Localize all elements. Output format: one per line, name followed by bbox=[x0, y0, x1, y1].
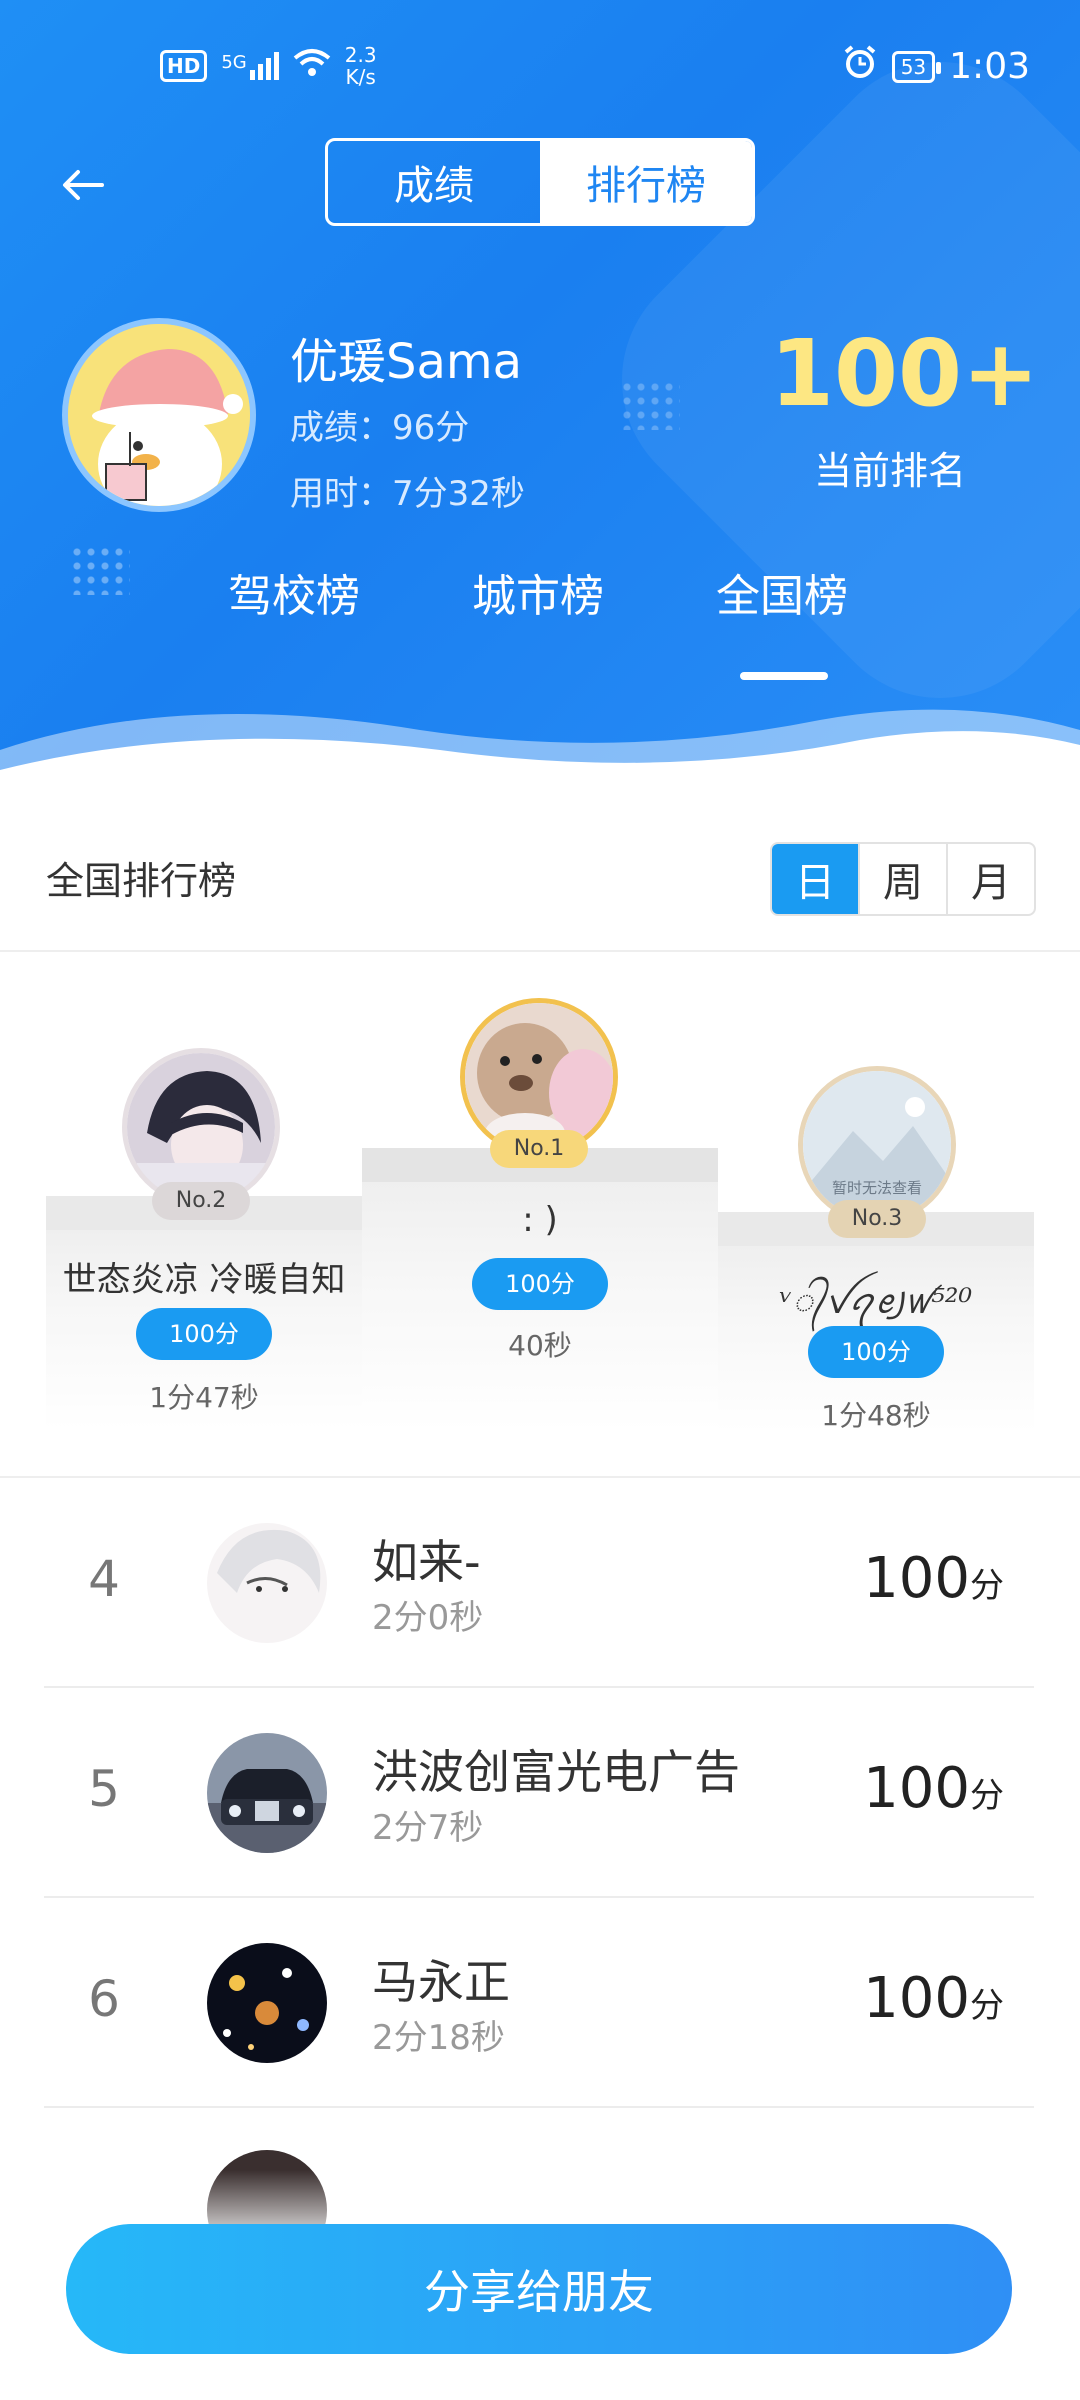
list-item-rank: 6 bbox=[88, 1970, 120, 2028]
rank-2-time: 1分47秒 bbox=[149, 1381, 259, 1414]
mode-switch: 成绩 排行榜 bbox=[325, 138, 755, 226]
list-item-time: 2分18秒 bbox=[372, 2018, 505, 2058]
wifi-icon bbox=[293, 48, 331, 84]
rank-1-name: : ) bbox=[522, 1200, 558, 1240]
list-item-avatar[interactable] bbox=[207, 1733, 327, 1853]
divider bbox=[0, 950, 1080, 952]
current-rank-value: 100+ bbox=[770, 320, 1040, 427]
share-button[interactable]: 分享给朋友 bbox=[66, 2224, 1012, 2354]
period-month[interactable]: 月 bbox=[946, 844, 1034, 914]
rank-3-badge: No.3 bbox=[828, 1200, 926, 1238]
rank-1-time: 40秒 bbox=[508, 1329, 572, 1362]
tab-city[interactable]: 城市榜 bbox=[472, 560, 604, 624]
list-item[interactable]: 5 洪波创富光电广告 2分7秒 100分 bbox=[44, 1688, 1034, 1898]
rank-1-score: 100分 bbox=[472, 1258, 608, 1310]
list-item-avatar[interactable] bbox=[207, 1943, 327, 2063]
status-bar: HD 5G 2.3 K/s 53 1:03 bbox=[0, 0, 1080, 130]
back-arrow-icon[interactable] bbox=[58, 160, 108, 210]
tab-score[interactable]: 成绩 bbox=[328, 141, 540, 223]
battery-icon: 53 bbox=[891, 50, 942, 83]
list-item-time: 2分7秒 bbox=[372, 1808, 484, 1848]
section-title: 全国排行榜 bbox=[46, 859, 237, 903]
signal-icon: 5G bbox=[221, 52, 279, 80]
active-tab-indicator bbox=[740, 672, 828, 680]
list-item-score: 100分 bbox=[863, 1546, 1004, 1611]
rank-2-name: 世态炎凉 冷暖自知 bbox=[62, 1260, 346, 1300]
list-item-rank: 5 bbox=[88, 1760, 120, 1818]
user-avatar[interactable] bbox=[62, 318, 256, 512]
wave-divider bbox=[0, 709, 1080, 780]
scope-tabs: 驾校榜 城市榜 全国榜 bbox=[0, 560, 1080, 640]
list-item-avatar[interactable] bbox=[207, 1523, 327, 1643]
list-item-rank: 4 bbox=[88, 1550, 120, 1608]
user-score: 成绩：96分 bbox=[290, 408, 470, 448]
tab-leaderboard[interactable]: 排行榜 bbox=[540, 141, 752, 223]
list-item-time: 2分0秒 bbox=[372, 1598, 484, 1638]
period-week[interactable]: 周 bbox=[858, 844, 946, 914]
list-item-name: 如来- bbox=[372, 1535, 481, 1589]
period-day[interactable]: 日 bbox=[772, 844, 858, 914]
user-name: 优瑗Sama bbox=[290, 334, 523, 390]
alarm-icon bbox=[842, 44, 878, 89]
dot-pattern-decoration bbox=[620, 380, 680, 430]
list-item-score: 100分 bbox=[863, 1966, 1004, 2031]
list-item-name: 马永正 bbox=[372, 1955, 510, 2009]
rank-2-badge: No.2 bbox=[152, 1182, 250, 1220]
list-item-score: 100分 bbox=[863, 1756, 1004, 1821]
list-item-name: 洪波创富光电广告 bbox=[372, 1745, 740, 1799]
network-speed: 2.3 K/s bbox=[344, 43, 377, 89]
hd-icon: HD bbox=[160, 50, 208, 82]
list-item[interactable]: 6 马永正 2分18秒 100分 bbox=[44, 1898, 1034, 2108]
header-banner: HD 5G 2.3 K/s 53 1:03 成绩 排行榜 优瑗Sama 成绩：9… bbox=[0, 0, 1080, 780]
rank-1-badge: No.1 bbox=[490, 1130, 588, 1168]
image-unavailable-text: 暂时无法查看 bbox=[831, 1179, 922, 1197]
list-item[interactable]: 4 如来- 2分0秒 100分 bbox=[44, 1478, 1034, 1688]
current-rank-label: 当前排名 bbox=[813, 449, 966, 493]
rank-3-score: 100分 bbox=[808, 1326, 944, 1378]
tab-national[interactable]: 全国榜 bbox=[716, 560, 848, 624]
rank-3-time: 1分48秒 bbox=[821, 1399, 931, 1432]
period-switch: 日 周 月 bbox=[770, 842, 1036, 916]
user-time: 用时：7分32秒 bbox=[290, 474, 525, 514]
clock-time: 1:03 bbox=[949, 46, 1030, 87]
tab-driving-school[interactable]: 驾校榜 bbox=[228, 560, 360, 624]
rank-2-score: 100分 bbox=[136, 1308, 272, 1360]
